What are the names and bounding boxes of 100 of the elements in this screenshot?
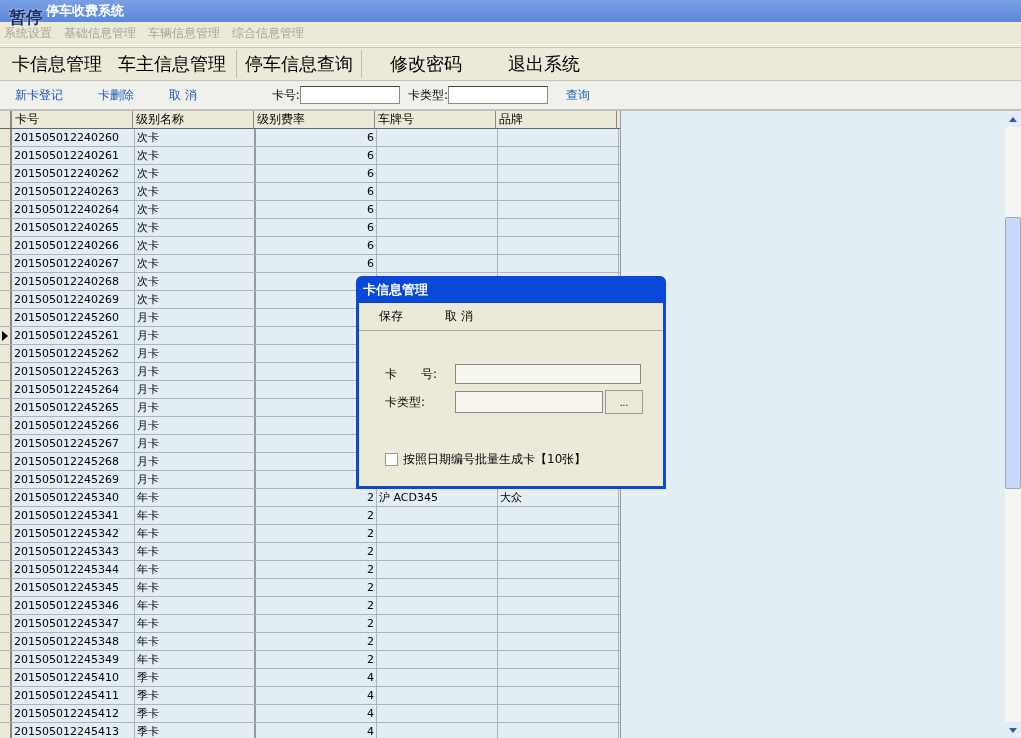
table-cell: 年卡	[137, 563, 159, 576]
table-cell: 201505012245267	[14, 437, 119, 450]
table-cell: 季卡	[137, 707, 159, 720]
table-cell: 月卡	[137, 419, 159, 432]
table-cell: 201505012240262	[14, 167, 119, 180]
table-cell: 2	[367, 599, 374, 612]
table-cell: 201505012245340	[14, 491, 119, 504]
table-cell: 6	[367, 185, 374, 198]
table-cell: 6	[367, 203, 374, 216]
toolbar-link[interactable]: 取 消	[169, 86, 197, 104]
table-cell: 2	[367, 617, 374, 630]
toolbar-link[interactable]: 卡删除	[98, 86, 134, 104]
card-type-label: 卡类型:	[385, 393, 427, 411]
table-cell: 201505012245261	[14, 329, 119, 342]
table-cell: 6	[367, 221, 374, 234]
table-cell: 201505012245412	[14, 707, 119, 720]
card-type-field[interactable]	[447, 86, 548, 104]
table-cell: 年卡	[137, 527, 159, 540]
table-cell: 201505012245347	[14, 617, 119, 630]
table-cell: 次卡	[137, 221, 159, 234]
table-cell: 次卡	[137, 131, 159, 144]
table-cell: 年卡	[137, 491, 159, 504]
column-header[interactable]: 级别费率	[254, 111, 375, 128]
table-cell: 次卡	[137, 293, 159, 306]
card-type-label: 卡类型:	[407, 86, 448, 104]
table-cell: 4	[367, 725, 374, 738]
column-header[interactable]: 卡号	[12, 111, 133, 128]
table-cell: 季卡	[137, 689, 159, 702]
table-cell: 次卡	[137, 275, 159, 288]
checkbox[interactable]	[385, 453, 398, 466]
table-cell: 月卡	[137, 473, 159, 486]
table-cell: 年卡	[137, 545, 159, 558]
table-cell: 次卡	[137, 167, 159, 180]
toolbar-link[interactable]: 新卡登记	[15, 86, 63, 104]
table-cell: 201505012245266	[14, 419, 119, 432]
table-cell: 年卡	[137, 653, 159, 666]
table-cell: 201505012245411	[14, 689, 119, 702]
table-cell: 月卡	[137, 437, 159, 450]
dialog-button[interactable]: 保存	[379, 308, 403, 325]
table-cell: 201505012240266	[14, 239, 119, 252]
card-number-label: 卡 号:	[385, 365, 439, 383]
table-cell: 4	[367, 707, 374, 720]
table-cell: 2	[367, 509, 374, 522]
table-cell: 6	[367, 167, 374, 180]
table-cell: 2	[367, 491, 374, 504]
table-cell: 201505012240269	[14, 293, 119, 306]
toolbar-button[interactable]: 修改密码	[382, 50, 470, 78]
table-cell: 2	[367, 545, 374, 558]
table-cell: 6	[367, 239, 374, 252]
query-link[interactable]: 查询	[565, 86, 590, 104]
table-cell: 2	[367, 653, 374, 666]
table-cell: 201505012245262	[14, 347, 119, 360]
table-cell: 年卡	[137, 617, 159, 630]
table-cell: 次卡	[137, 203, 159, 216]
table-cell: 201505012245343	[14, 545, 119, 558]
browse-button[interactable]: ...	[605, 390, 643, 414]
table-cell: 年卡	[137, 635, 159, 648]
column-header[interactable]: 级别名称	[133, 111, 254, 128]
table-cell: 201505012240263	[14, 185, 119, 198]
scrollbar[interactable]	[1005, 111, 1021, 738]
checkbox-label[interactable]: 按照日期编号批量生成卡【10张】	[403, 451, 587, 468]
toolbar-button[interactable]: 车主信息管理	[110, 50, 234, 78]
table-cell: 201505012245344	[14, 563, 119, 576]
column-header[interactable]: 品牌	[496, 111, 617, 128]
table-cell: 4	[367, 689, 374, 702]
table-cell: 201505012240264	[14, 203, 119, 216]
table-cell: 6	[367, 131, 374, 144]
toolbar-button[interactable]: 退出系统	[500, 50, 588, 78]
scroll-down-icon[interactable]	[1009, 727, 1017, 733]
card-number-field[interactable]	[299, 86, 400, 104]
table-cell: 次卡	[137, 257, 159, 270]
table-cell: 次卡	[137, 185, 159, 198]
table-cell: 201505012245345	[14, 581, 119, 594]
column-header[interactable]: 车牌号	[375, 111, 496, 128]
table-cell: 201505012245269	[14, 473, 119, 486]
card-number-field[interactable]	[455, 364, 641, 384]
table-cell: 2	[367, 527, 374, 540]
table-cell: 年卡	[137, 581, 159, 594]
card-number-label: 卡号:	[271, 86, 300, 104]
table-cell: 年卡	[137, 509, 159, 522]
dialog-title: 卡信息管理	[362, 281, 429, 299]
dialog-button[interactable]: 取 消	[445, 308, 473, 325]
table-cell: 201505012245268	[14, 455, 119, 468]
table-cell: 月卡	[137, 383, 159, 396]
table-cell: 201505012240260	[14, 131, 119, 144]
toolbar-button[interactable]: 卡信息管理	[4, 50, 110, 78]
table-cell: 年卡	[137, 599, 159, 612]
logo: 暂停	[9, 6, 43, 27]
toolbar-button[interactable]: 停车信息查询	[236, 50, 362, 78]
card-type-field[interactable]	[455, 391, 603, 413]
table-cell: 6	[367, 149, 374, 162]
table-cell: 201505012245341	[14, 509, 119, 522]
scroll-up-icon[interactable]	[1009, 116, 1017, 122]
table-cell: 201505012245265	[14, 401, 119, 414]
row-header[interactable]	[0, 327, 12, 344]
table-cell: 201505012240267	[14, 257, 119, 270]
table-cell: 2	[367, 581, 374, 594]
table-cell: 4	[367, 671, 374, 684]
table-cell: 次卡	[137, 149, 159, 162]
table-cell: 沪 ACD345	[379, 491, 438, 504]
